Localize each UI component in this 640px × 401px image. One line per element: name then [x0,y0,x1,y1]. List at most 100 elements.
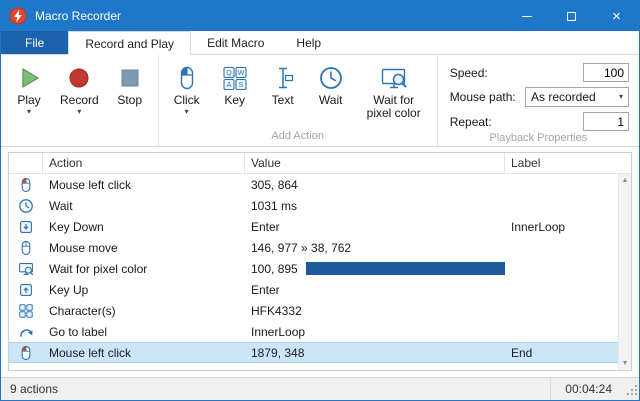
window-controls: × [504,1,639,31]
mouse-path-select[interactable]: As recorded ▾ [525,87,629,107]
play-button[interactable]: Play ▾ [5,57,53,129]
elapsed-time: 00:04:24 [550,378,626,400]
tab-edit-macro[interactable]: Edit Macro [191,31,280,54]
add-action-group-label: Add Action [159,129,437,146]
color-swatch [306,262,505,275]
add-action-group: Click ▾ QW AS [159,55,438,146]
icon-column-header[interactable] [9,153,43,173]
value-cell: 1031 ms [245,199,505,213]
actions-count: 9 actions [1,382,58,396]
wait-icon [9,195,43,216]
pixel-color-icon [9,258,43,279]
click-button[interactable]: Click ▾ [163,57,211,129]
title-bar: Macro Recorder × [1,1,639,31]
pixel-color-icon [380,62,408,94]
svg-text:S: S [238,82,243,89]
svg-text:W: W [237,70,244,77]
speed-label: Speed: [450,66,517,80]
action-cell: Character(s) [43,304,245,318]
value-cell: 146, 977 » 38, 762 [245,241,505,255]
content-area: Action Value Label Mouse left click 305,… [1,147,639,377]
repeat-input[interactable] [583,112,629,131]
action-column-header[interactable]: Action [43,153,245,173]
tab-record-and-play[interactable]: Record and Play [68,31,191,55]
svg-text:A: A [226,82,231,89]
value-cell: 305, 864 [245,178,505,192]
value-cell: 100, 895 [245,262,505,276]
playback-group-label [1,129,158,146]
svg-text:Q: Q [226,70,232,77]
close-button[interactable]: × [594,1,639,31]
action-cell: Wait for pixel color [43,262,245,276]
scroll-up-icon[interactable]: ▲ [622,174,629,187]
action-cell: Mouse left click [43,346,245,360]
label-column-header[interactable]: Label [505,153,631,173]
action-list: Action Value Label Mouse left click 305,… [8,152,632,371]
app-logo-icon [9,7,27,25]
action-cell: Mouse left click [43,178,245,192]
tab-help[interactable]: Help [280,31,337,54]
window-title: Macro Recorder [35,9,121,23]
mouse-path-label: Mouse path: [450,90,517,104]
maximize-button[interactable] [549,1,594,31]
minimize-icon [522,16,532,17]
key-down-icon [9,216,43,237]
action-cell: Mouse move [43,241,245,255]
table-row[interactable]: Character(s) HFK4332 [9,300,631,321]
mouse-left-click-icon [9,174,43,195]
table-row[interactable]: Key Down Enter InnerLoop [9,216,631,237]
mouse-left-click-icon [9,342,43,363]
resize-grip[interactable] [626,378,639,400]
clock-icon [318,62,344,94]
menu-tab-row: File Record and Play Edit Macro Help [1,31,639,55]
keyboard-icon: QW AS [222,62,248,94]
wait-button[interactable]: Wait [307,57,355,129]
value-cell: Enter [245,220,505,234]
mouse-move-icon [9,237,43,258]
value-cell: Enter [245,283,505,297]
table-row-selected[interactable]: Mouse left click 1879, 348 End [9,342,631,363]
value-cell: HFK4332 [245,304,505,318]
stop-button[interactable]: Stop [106,57,154,129]
record-icon [66,62,92,94]
action-list-header: Action Value Label [9,153,631,174]
action-cell: Key Down [43,220,245,234]
app-window: Macro Recorder × File Record and Play Ed… [0,0,640,401]
action-cell: Wait [43,199,245,213]
minimize-button[interactable] [504,1,549,31]
wait-for-pixel-color-button[interactable]: Wait for pixel color [355,57,433,129]
key-button[interactable]: QW AS Key [211,57,259,129]
table-row[interactable]: Mouse move 146, 977 » 38, 762 [9,237,631,258]
action-cell: Go to label [43,325,245,339]
table-row[interactable]: Wait 1031 ms [9,195,631,216]
play-icon [16,62,42,94]
vertical-scrollbar[interactable]: ▲ ▼ [618,174,631,370]
action-list-body: Mouse left click 305, 864 Wait 1031 ms [9,174,631,370]
speed-input[interactable] [583,63,629,82]
tab-file[interactable]: File [1,31,68,54]
record-dropdown-icon: ▾ [77,107,81,117]
table-row[interactable]: Wait for pixel color 100, 895 [9,258,631,279]
table-row[interactable]: Key Up Enter [9,279,631,300]
repeat-label: Repeat: [450,115,517,129]
maximize-icon [567,12,576,21]
playback-properties-group: Speed: Mouse path: As recorded ▾ Repeat:… [438,55,639,146]
value-column-header[interactable]: Value [245,153,505,173]
scroll-down-icon[interactable]: ▼ [622,357,629,370]
table-row[interactable]: Go to label InnerLoop [9,321,631,342]
table-row[interactable]: Mouse left click 305, 864 [9,174,631,195]
playback-properties-group-label: Playback Properties [438,131,639,148]
key-up-icon [9,279,43,300]
text-button[interactable]: Text [259,57,307,129]
playback-group: Play ▾ Record ▾ Stop [1,55,159,146]
close-icon: × [612,9,621,24]
value-cell: 1879, 348 [245,346,505,360]
record-button[interactable]: Record ▾ [53,57,106,129]
mouse-click-icon [176,62,198,94]
chevron-down-icon: ▾ [619,92,623,102]
label-cell: InnerLoop [505,220,631,234]
click-dropdown-icon: ▾ [185,107,189,117]
goto-label-icon [9,321,43,342]
ribbon: Play ▾ Record ▾ Stop [1,55,639,147]
stop-icon [117,62,143,94]
